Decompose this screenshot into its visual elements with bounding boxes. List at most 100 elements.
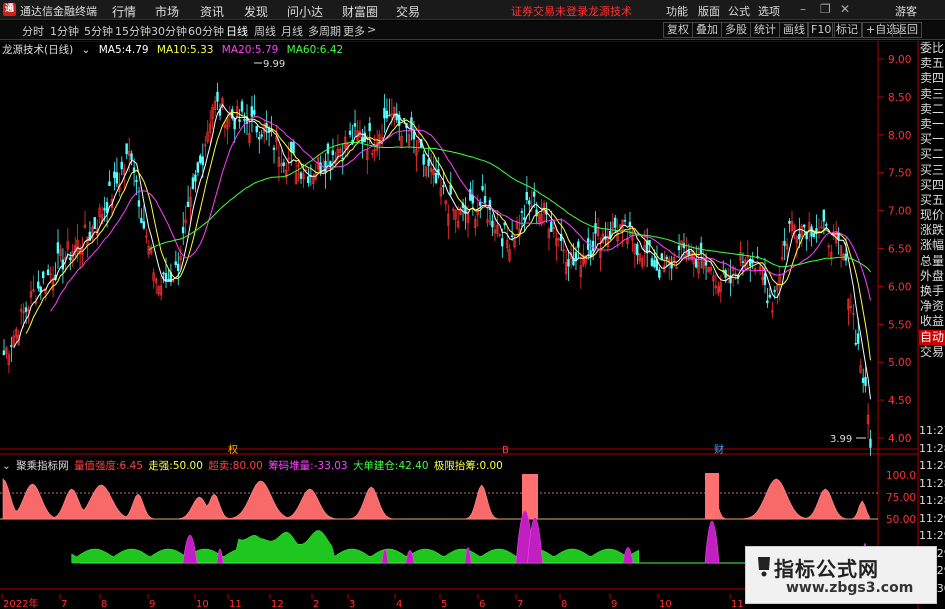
- low-label: 3.99: [830, 434, 852, 445]
- candle-body: [162, 272, 165, 275]
- event-mark: 权: [228, 443, 238, 456]
- period-15min[interactable]: 15分钟: [115, 23, 151, 39]
- menu-news[interactable]: 资讯: [200, 3, 224, 20]
- menu-function[interactable]: 功能: [666, 3, 688, 19]
- price-label: 7.50: [888, 168, 911, 180]
- period-1min[interactable]: 1分钟: [50, 23, 79, 39]
- candle-body: [257, 136, 261, 140]
- candle-body: [773, 290, 776, 292]
- candle-body: [385, 110, 389, 119]
- side-item[interactable]: 交易: [919, 345, 945, 360]
- quote-side-panel: 委比 卖五 卖四 卖三 卖二 卖一 买一 买二 买三 买四 买五 现价 涨跌 涨幅 总量 外盘 换手 净资 收益 自动…: [919, 41, 945, 441]
- date-label: 11: [731, 599, 744, 609]
- menu-options[interactable]: 选项: [758, 3, 780, 19]
- candle-body: [628, 221, 632, 226]
- menu-xiaoda[interactable]: 问小达: [287, 3, 323, 20]
- price-label: 4.00: [888, 433, 911, 445]
- multi-stock-button[interactable]: 多股: [721, 22, 751, 38]
- period-multi[interactable]: 多周期: [308, 23, 341, 39]
- side-item: 卖五: [920, 56, 945, 71]
- close-icon[interactable]: ✕: [840, 2, 850, 16]
- kline-chart[interactable]: 9.00 8.50 8.00 7.50 7.00 6.50 6.00 5.50 5.00 4.50…: [0, 40, 945, 609]
- minimize-icon[interactable]: –: [800, 2, 806, 16]
- candle-body: [481, 186, 484, 191]
- menu-trade[interactable]: 交易: [396, 3, 420, 20]
- period-day[interactable]: 日线: [226, 23, 248, 39]
- candle-body: [658, 269, 661, 278]
- candle-body: [636, 243, 639, 256]
- draw-line-button[interactable]: 画线: [779, 22, 809, 38]
- period-60min[interactable]: 60分钟: [188, 23, 224, 39]
- chip-spike: [216, 548, 224, 564]
- chip-spike: [405, 550, 415, 564]
- back-button[interactable]: 返回: [892, 22, 922, 38]
- legend-bigorder: 大单建仓:42.40: [352, 460, 429, 472]
- chart-canvas[interactable]: 9.00 8.50 8.00 7.50 7.00 6.50 6.00 5.50 5.00 4.50…: [0, 40, 945, 609]
- candle-body: [240, 101, 244, 112]
- stock-notice[interactable]: 龙源技术: [588, 3, 632, 19]
- period-30min[interactable]: 30分钟: [151, 23, 187, 39]
- chevron-right-icon[interactable]: >: [367, 23, 376, 36]
- chevron-down-icon[interactable]: ⌄: [82, 44, 91, 56]
- menu-wealth[interactable]: 财富圈: [342, 3, 378, 20]
- mark-button[interactable]: 标记: [832, 22, 862, 38]
- candle-body: [766, 300, 769, 304]
- menu-formula[interactable]: 公式: [728, 3, 750, 19]
- date-label: 12: [271, 599, 284, 609]
- candle-body: [864, 376, 867, 386]
- moving-averages: [13, 103, 871, 400]
- period-toolbar: 分时 1分钟 5分钟 15分钟 30分钟 60分钟 日线 周线 月线 多周期 更…: [0, 21, 945, 40]
- overlay-button[interactable]: 叠加: [692, 22, 722, 38]
- candle-body: [196, 162, 200, 173]
- price-label: 7.00: [888, 206, 911, 218]
- period-month[interactable]: 月线: [281, 23, 303, 39]
- candle-body: [115, 172, 119, 184]
- menu-discover[interactable]: 发现: [244, 3, 268, 20]
- candle-body: [623, 219, 627, 222]
- candle-body: [810, 226, 813, 237]
- period-more[interactable]: 更多: [343, 23, 365, 39]
- candle-body: [665, 256, 668, 260]
- candle-body: [510, 235, 514, 238]
- candle-body: [528, 200, 531, 205]
- side-item: 买五: [920, 192, 945, 207]
- stats-button[interactable]: 统计: [750, 22, 780, 38]
- side-item: 换手: [920, 284, 945, 298]
- period-tick[interactable]: 分时: [22, 23, 44, 39]
- tick-time: 11:27: [919, 424, 945, 437]
- period-week[interactable]: 周线: [254, 23, 276, 39]
- guest-label[interactable]: 游客: [895, 3, 917, 19]
- candle-body: [768, 294, 771, 298]
- date-label: 8: [101, 599, 107, 609]
- date-label: 5: [441, 599, 447, 609]
- period-5min[interactable]: 5分钟: [84, 23, 113, 39]
- side-item: 委比: [920, 41, 945, 55]
- candle-body: [402, 118, 406, 120]
- candle-body: [93, 217, 96, 230]
- login-notice[interactable]: 证券交易未登录: [511, 3, 588, 19]
- candle-body: [682, 243, 686, 249]
- side-item[interactable]: 自动: [919, 329, 945, 345]
- side-item: 卖四: [920, 71, 945, 86]
- indicator-title: 聚乘指标网: [16, 460, 69, 472]
- candle-body: [869, 438, 872, 448]
- price-label: 6.00: [888, 281, 911, 293]
- sub-axis-label: 100.0: [886, 470, 916, 482]
- candle-body: [24, 307, 28, 312]
- price-axis: 9.00 8.50 8.00 7.50 7.00 6.50 6.00 5.50 5.00 4.50…: [878, 54, 911, 445]
- main-legend: 龙源技术(日线) ⌄ MA5:4.79 MA10:5.33 MA20:5.79 …: [2, 42, 348, 57]
- candle-body: [238, 119, 241, 122]
- candle-body: [677, 245, 681, 251]
- menu-quotes[interactable]: 行情: [112, 3, 136, 20]
- restore-icon[interactable]: ❐: [820, 2, 831, 16]
- candle-body: [812, 233, 816, 237]
- menu-layout[interactable]: 版面: [698, 3, 720, 19]
- candle-body: [341, 157, 344, 160]
- indicator-dropdown-icon[interactable]: ⌄: [2, 460, 11, 472]
- adjust-button[interactable]: 复权: [663, 22, 693, 38]
- candle-body: [591, 240, 595, 252]
- bigorder-area: [71, 530, 640, 564]
- candle-body: [687, 250, 690, 256]
- candle-body: [650, 258, 654, 267]
- menu-market[interactable]: 市场: [155, 3, 179, 20]
